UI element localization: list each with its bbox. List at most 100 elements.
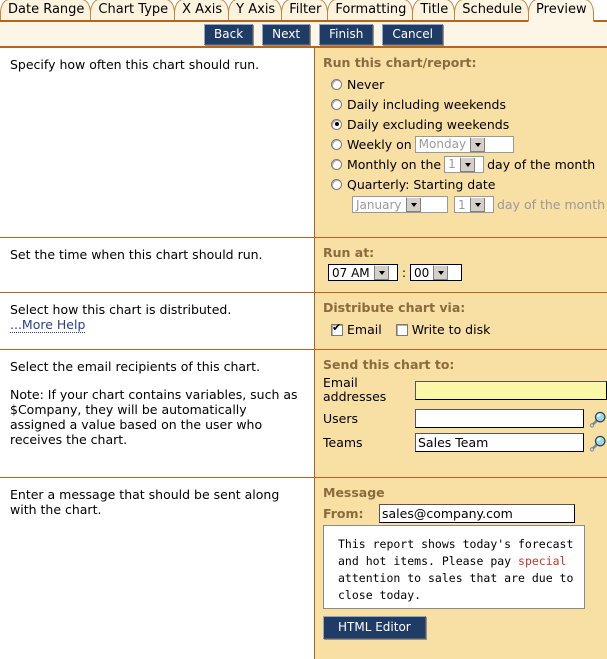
- cancel-button[interactable]: Cancel: [382, 23, 443, 45]
- section-title: Send this chart to:: [323, 357, 455, 372]
- tab-title[interactable]: Title: [412, 0, 456, 20]
- section-message: Message From: This report shows today's …: [315, 478, 607, 659]
- quarterly-day-select[interactable]: 1: [454, 196, 494, 213]
- checkbox-email-label: Email: [347, 322, 382, 337]
- teams-input[interactable]: [415, 433, 584, 452]
- section-title: Run this chart/report:: [323, 55, 477, 70]
- tab-label: Formatting: [335, 2, 407, 17]
- tab-x-axis[interactable]: X Axis: [174, 0, 230, 20]
- option-label: Weekly on: [347, 136, 412, 152]
- chevron-down-icon: [470, 136, 486, 152]
- magnifier-icon-users[interactable]: [589, 410, 607, 428]
- option-label: Quarterly: Starting date: [347, 176, 496, 192]
- radio-monthly[interactable]: [331, 158, 342, 170]
- message-body-editor[interactable]: This report shows today's forecast and h…: [323, 525, 585, 609]
- monthly-suffix-label: day of the month: [487, 156, 596, 172]
- tab-date-range[interactable]: Date Range: [0, 0, 92, 20]
- description-schedule: Specify how often this chart should run.: [0, 48, 314, 238]
- select-value: 1: [448, 157, 456, 171]
- select-value: January: [356, 197, 402, 212]
- section-title: Run at:: [323, 245, 375, 260]
- checkbox-write-to-disk[interactable]: [395, 323, 408, 336]
- from-label: From:: [323, 506, 364, 521]
- tab-y-axis[interactable]: Y Axis: [228, 0, 283, 20]
- option-daily-excluding-weekends[interactable]: Daily excluding weekends: [323, 114, 607, 134]
- option-monthly[interactable]: Monthly on the 1 day of the month: [323, 154, 607, 174]
- description-text: Set the time when this chart should run.: [10, 247, 263, 262]
- checkbox-email[interactable]: [331, 322, 343, 336]
- description-text: Select the email recipients of this char…: [10, 359, 261, 374]
- radio-weekly[interactable]: [331, 138, 342, 150]
- option-label: Monthly on the: [347, 156, 442, 172]
- radio-never[interactable]: [331, 78, 342, 90]
- section-title: Message: [323, 485, 385, 500]
- run-at-hour-select[interactable]: 07 AM: [328, 264, 398, 281]
- tab-filter[interactable]: Filter: [281, 0, 329, 20]
- radio-quarterly[interactable]: [331, 178, 342, 190]
- tab-formatting[interactable]: Formatting: [327, 0, 414, 20]
- select-value: 1: [458, 197, 466, 212]
- option-daily-including-weekends[interactable]: Daily including weekends: [323, 94, 607, 114]
- email-addresses-input[interactable]: [415, 380, 607, 400]
- tab-schedule[interactable]: Schedule: [454, 0, 530, 20]
- from-input[interactable]: [379, 504, 575, 523]
- tab-label: Date Range: [8, 2, 85, 17]
- message-text-highlight: special: [518, 554, 567, 568]
- description-text: Specify how often this chart should run.: [10, 57, 260, 72]
- more-help-link[interactable]: ...More Help: [10, 317, 86, 333]
- controls-column: Run this chart/report: Never Daily inclu…: [315, 48, 607, 659]
- email-addresses-row: Email addresses: [323, 376, 607, 404]
- option-weekly[interactable]: Weekly on Monday: [323, 134, 607, 154]
- tab-label: Chart Type: [98, 2, 169, 17]
- users-row: Users: [323, 409, 607, 428]
- tab-preview[interactable]: Preview: [528, 0, 594, 22]
- weekly-day-select[interactable]: Monday: [414, 135, 514, 153]
- quarterly-suffix-label: day of the month: [497, 197, 606, 212]
- option-quarterly[interactable]: Quarterly: Starting date: [323, 174, 607, 194]
- quarterly-month-select[interactable]: January: [352, 196, 448, 213]
- tab-bar-filler: [593, 0, 607, 20]
- section-recipients: Send this chart to: Email addresses User…: [315, 350, 607, 478]
- run-at-minute-select[interactable]: 00: [410, 264, 463, 281]
- magnifier-icon-teams[interactable]: [589, 434, 607, 452]
- back-button[interactable]: Back: [204, 23, 254, 45]
- option-label: Never: [347, 76, 385, 92]
- chevron-down-icon: [373, 265, 389, 280]
- wizard-navigation-bar: Back Next Finish Cancel: [0, 22, 607, 48]
- finish-button[interactable]: Finish: [319, 23, 374, 45]
- select-value: 00: [414, 265, 430, 280]
- html-editor-button[interactable]: HTML Editor: [323, 616, 426, 639]
- option-never[interactable]: Never: [323, 74, 607, 94]
- section-run-at: Run at: 07 AM : 00: [315, 238, 607, 293]
- chevron-down-icon: [433, 265, 449, 280]
- tab-label: Title: [420, 2, 449, 17]
- chevron-down-icon: [405, 197, 421, 212]
- wizard-content-grid: Specify how often this chart should run.…: [0, 48, 607, 659]
- select-value: Monday: [418, 137, 467, 151]
- time-separator: :: [402, 265, 407, 280]
- tab-chart-type[interactable]: Chart Type: [90, 0, 176, 20]
- next-button[interactable]: Next: [262, 23, 311, 45]
- radio-daily-including-weekends[interactable]: [331, 98, 342, 110]
- tab-label: Preview: [536, 2, 587, 17]
- description-distribute: Select how this chart is distributed. ..…: [0, 293, 314, 350]
- tab-label: X Axis: [182, 2, 223, 17]
- tab-label: Filter: [289, 2, 322, 17]
- section-distribute: Distribute chart via: Email Write to dis…: [315, 293, 607, 350]
- chevron-down-icon: [469, 197, 485, 212]
- email-addresses-label: Email addresses: [323, 375, 387, 404]
- option-label: Daily including weekends: [347, 96, 506, 112]
- description-runat: Set the time when this chart should run.: [0, 238, 314, 293]
- from-row: From:: [323, 504, 607, 523]
- monthly-day-select[interactable]: 1: [444, 155, 485, 173]
- tab-label: Y Axis: [236, 2, 276, 17]
- schedule-wizard-window: Date Range Chart Type X Axis Y Axis Filt…: [0, 0, 607, 659]
- radio-daily-excluding-weekends[interactable]: [331, 118, 342, 130]
- users-input[interactable]: [415, 409, 584, 428]
- select-value: 07 AM: [332, 265, 370, 280]
- teams-label: Teams: [323, 434, 363, 450]
- wizard-tab-bar: Date Range Chart Type X Axis Y Axis Filt…: [0, 0, 607, 22]
- section-title: Distribute chart via:: [323, 300, 466, 315]
- chevron-down-icon: [459, 156, 475, 172]
- teams-row: Teams: [323, 433, 607, 452]
